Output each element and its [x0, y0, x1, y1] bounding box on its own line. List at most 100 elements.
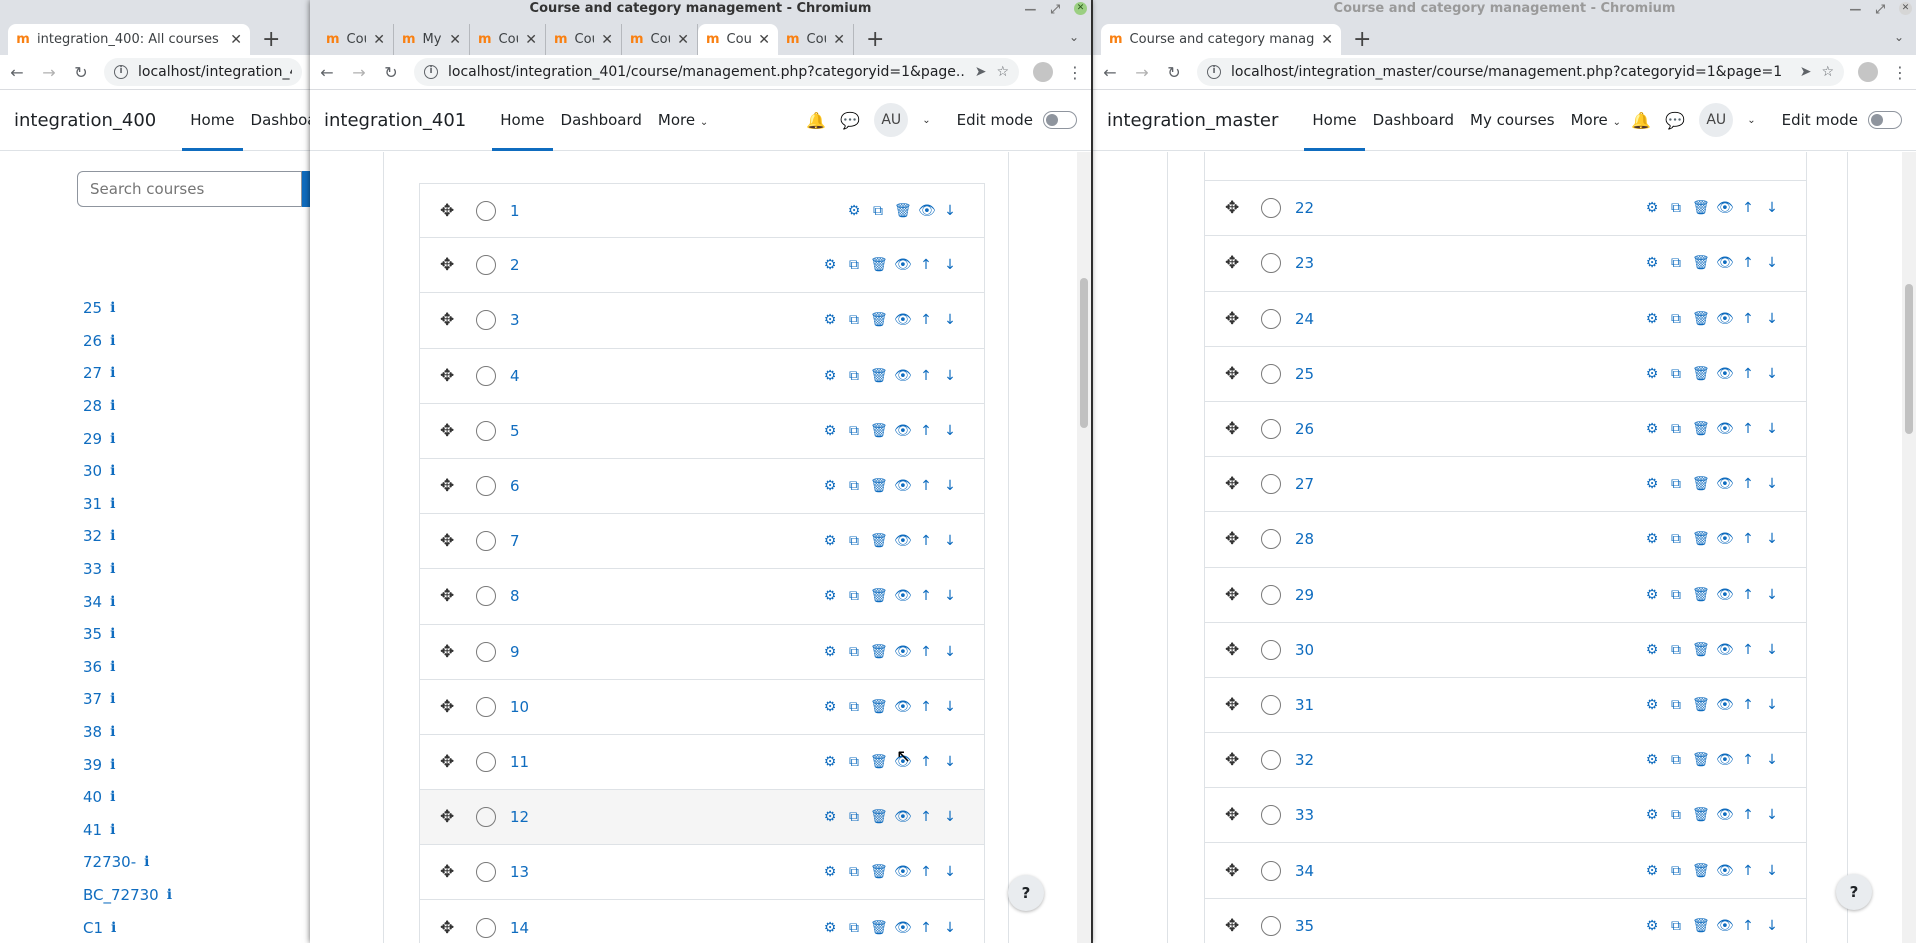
settings-gear-icon[interactable]: ⚙	[822, 864, 838, 880]
copy-icon[interactable]: ⧉	[1668, 807, 1684, 823]
select-course-radio[interactable]	[476, 531, 496, 552]
delete-trash-icon[interactable]: 🗑	[870, 368, 888, 384]
delete-trash-icon[interactable]: 🗑	[1692, 752, 1710, 768]
visibility-eye-icon[interactable]: 👁	[894, 864, 912, 880]
search-courses-input[interactable]	[77, 171, 302, 207]
edit-mode-toggle[interactable]	[1043, 111, 1077, 129]
move-handle-icon[interactable]: ✥	[1225, 805, 1245, 825]
course-name-link[interactable]: 35	[1295, 917, 1314, 935]
move-handle-icon[interactable]: ✥	[440, 807, 460, 827]
browser-tab[interactable]: m Cour ✕	[622, 24, 698, 55]
course-link[interactable]: 36	[83, 658, 102, 676]
browser-menu-icon[interactable]: ⋮	[1067, 63, 1083, 82]
move-down-arrow-icon[interactable]: ↓	[942, 312, 958, 328]
move-handle-icon[interactable]: ✥	[1225, 861, 1245, 881]
settings-gear-icon[interactable]: ⚙	[1644, 587, 1660, 603]
move-handle-icon[interactable]: ✥	[1225, 253, 1245, 273]
move-down-arrow-icon[interactable]: ↓	[942, 478, 958, 494]
tab-search-icon[interactable]: ⌄	[1069, 30, 1079, 44]
url-field[interactable]: i localhost/integration_master/course/ma…	[1197, 58, 1844, 86]
messages-icon[interactable]: 💬	[840, 111, 860, 130]
move-down-arrow-icon[interactable]: ↓	[1764, 255, 1780, 271]
course-name-link[interactable]: 24	[1295, 310, 1314, 328]
select-course-radio[interactable]	[476, 310, 496, 331]
delete-trash-icon[interactable]: 🗑	[870, 588, 888, 604]
copy-icon[interactable]: ⧉	[1668, 752, 1684, 768]
move-up-arrow-icon[interactable]: ↑	[918, 423, 934, 439]
delete-trash-icon[interactable]: 🗑	[870, 644, 888, 660]
select-course-radio[interactable]	[1261, 750, 1281, 771]
scrollbar-thumb[interactable]	[1905, 284, 1913, 434]
nav-more[interactable]: More ⌄	[650, 90, 716, 151]
course-info-icon[interactable]: i	[110, 659, 115, 675]
move-handle-icon[interactable]: ✥	[1225, 529, 1245, 549]
page-scrollbar[interactable]	[1077, 152, 1091, 943]
copy-icon[interactable]: ⧉	[846, 533, 862, 549]
settings-gear-icon[interactable]: ⚙	[1644, 366, 1660, 382]
scrollbar-thumb[interactable]	[1080, 278, 1088, 428]
close-tab-icon[interactable]: ✕	[373, 32, 385, 48]
select-course-radio[interactable]	[1261, 253, 1281, 274]
visibility-eye-icon[interactable]: 👁	[894, 699, 912, 715]
course-name-link[interactable]: 34	[1295, 862, 1314, 880]
move-handle-icon[interactable]: ✥	[440, 862, 460, 882]
copy-icon[interactable]: ⧉	[846, 478, 862, 494]
move-up-arrow-icon[interactable]: ↑	[918, 533, 934, 549]
select-course-radio[interactable]	[1261, 198, 1281, 219]
delete-trash-icon[interactable]: 🗑	[1692, 642, 1710, 658]
select-course-radio[interactable]	[1261, 860, 1281, 881]
move-down-arrow-icon[interactable]: ↓	[942, 920, 958, 936]
delete-trash-icon[interactable]: 🗑	[1692, 697, 1710, 713]
move-handle-icon[interactable]: ✥	[440, 918, 460, 938]
settings-gear-icon[interactable]: ⚙	[1644, 918, 1660, 934]
visibility-eye-icon[interactable]: 👁	[1716, 531, 1734, 547]
course-name-link[interactable]: 6	[510, 477, 520, 495]
settings-gear-icon[interactable]: ⚙	[822, 644, 838, 660]
move-up-arrow-icon[interactable]: ↑	[1740, 863, 1756, 879]
site-name[interactable]: integration_400	[14, 110, 156, 131]
move-down-arrow-icon[interactable]: ↓	[1764, 752, 1780, 768]
browser-tab[interactable]: m Cour ✕	[318, 24, 394, 55]
course-name-link[interactable]: 30	[1295, 641, 1314, 659]
settings-gear-icon[interactable]: ⚙	[822, 478, 838, 494]
help-button[interactable]: ?	[1008, 875, 1044, 911]
visibility-eye-icon[interactable]: 👁	[894, 257, 912, 273]
settings-gear-icon[interactable]: ⚙	[822, 588, 838, 604]
page-scrollbar[interactable]	[1902, 152, 1916, 943]
course-name-link[interactable]: 22	[1295, 199, 1314, 217]
site-name[interactable]: integration_401	[324, 110, 466, 131]
move-down-arrow-icon[interactable]: ↓	[1764, 421, 1780, 437]
visibility-eye-icon[interactable]: 👁	[1716, 200, 1734, 216]
course-info-icon[interactable]: i	[110, 724, 115, 740]
move-handle-icon[interactable]: ✥	[1225, 640, 1245, 660]
copy-icon[interactable]: ⧉	[1668, 476, 1684, 492]
move-down-arrow-icon[interactable]: ↓	[1764, 807, 1780, 823]
settings-gear-icon[interactable]: ⚙	[1644, 697, 1660, 713]
visibility-eye-icon[interactable]: 👁	[1716, 255, 1734, 271]
move-handle-icon[interactable]: ✥	[440, 366, 460, 386]
user-menu-chevron-icon[interactable]: ⌄	[1747, 115, 1755, 126]
move-handle-icon[interactable]: ✥	[440, 586, 460, 606]
user-menu-chevron-icon[interactable]: ⌄	[922, 115, 930, 126]
course-name-link[interactable]: 3	[510, 311, 520, 329]
move-handle-icon[interactable]: ✥	[1225, 198, 1245, 218]
copy-icon[interactable]: ⧉	[1668, 587, 1684, 603]
delete-trash-icon[interactable]: 🗑	[870, 533, 888, 549]
close-tab-icon[interactable]: ✕	[1321, 32, 1333, 48]
delete-trash-icon[interactable]: 🗑	[1692, 421, 1710, 437]
reload-icon[interactable]: ↻	[1165, 63, 1183, 82]
select-course-radio[interactable]	[476, 200, 496, 221]
move-handle-icon[interactable]: ✥	[1225, 695, 1245, 715]
visibility-eye-icon[interactable]: 👁	[1716, 752, 1734, 768]
course-info-icon[interactable]: i	[110, 365, 115, 381]
move-handle-icon[interactable]: ✥	[440, 531, 460, 551]
delete-trash-icon[interactable]: 🗑	[1692, 476, 1710, 492]
help-button[interactable]: ?	[1836, 874, 1872, 910]
move-up-arrow-icon[interactable]: ↑	[1740, 421, 1756, 437]
move-handle-icon[interactable]: ✥	[440, 752, 460, 772]
forward-icon[interactable]: →	[40, 63, 58, 82]
nav-my-courses[interactable]: My courses	[1462, 90, 1563, 151]
course-name-link[interactable]: 2	[510, 256, 520, 274]
visibility-eye-icon[interactable]: 👁	[918, 203, 936, 219]
move-down-arrow-icon[interactable]: ↓	[942, 864, 958, 880]
